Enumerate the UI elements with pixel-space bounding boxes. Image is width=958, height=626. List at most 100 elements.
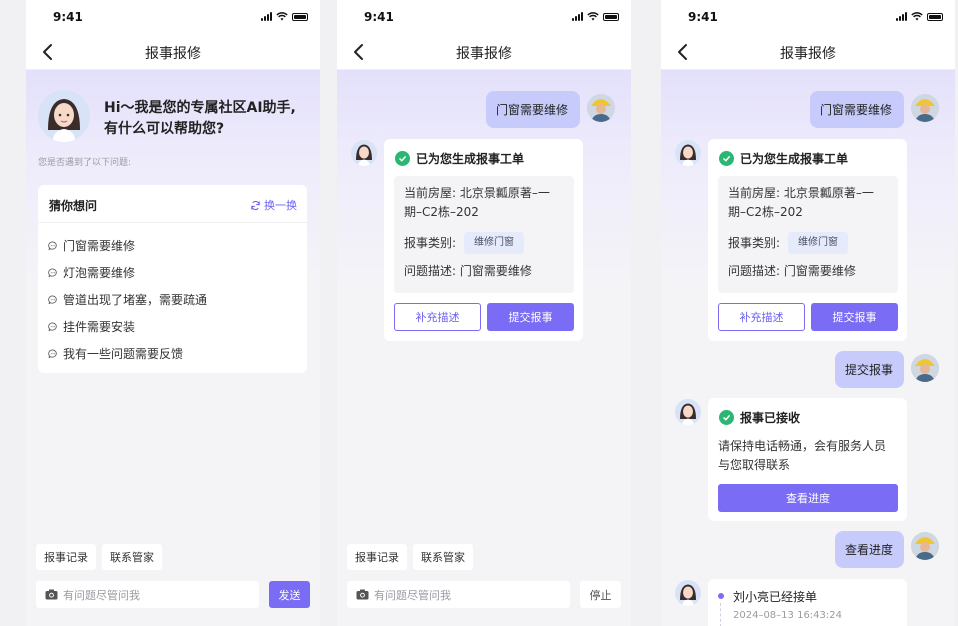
page-title: 报事报修 [780,46,836,62]
suggested-question-item[interactable]: 我有一些问题需要反馈 [48,340,297,367]
received-card-header: 报事已接收 [719,409,800,426]
type-row: 报事类别: 维修门窗 [404,232,564,254]
desc-value: 门窗需要维修 [783,264,856,278]
chip-report-records[interactable]: 报事记录 [347,544,407,570]
ticket-info: 当前房屋: 北京景瓤原著–一 期–C2栋–202 报事类别: 维修门窗 问题描述: … [718,176,898,293]
user-avatar-icon [587,94,615,122]
phone-screen-ticket: 9:41 报事报修 门窗需要维修 已为您生成报事工单 当前房屋: 北京景瓤原著–… [337,0,631,626]
status-bar: 9:41 [337,0,631,34]
user-avatar-icon [911,94,939,122]
timeline-dot [718,593,724,599]
nav-bar: 报事报修 [26,34,320,70]
message-input[interactable]: 有问题尽管问我 [347,581,570,608]
type-row: 报事类别: 维修门窗 [728,232,888,254]
house-value-line2: 期–C2栋–202 [404,205,479,219]
page-title: 报事报修 [145,46,201,62]
check-circle-icon [719,410,734,425]
received-line-2: 与您取得联系 [718,458,791,472]
camera-icon[interactable] [356,589,369,600]
suggested-question-item[interactable]: 挂件需要安装 [48,313,297,340]
assistant-avatar-icon [38,90,90,142]
status-time: 9:41 [688,10,718,24]
user-message: 提交报事 [835,351,904,388]
house-label: 当前房屋: [404,186,457,200]
assistant-avatar-icon [351,140,377,166]
type-tag: 维修门窗 [788,232,849,254]
phone-screen-progress: 9:41 报事报修 门窗需要维修 已为您生成报事工单 当前房屋: 北京景瓤原著–… [661,0,955,626]
view-progress-button[interactable]: 查看进度 [718,484,898,512]
user-avatar [587,94,615,122]
suggested-questions-card: 猜你想问 换一换 门窗需要维修 灯泡需要维修 管道出现了堵塞，需要疏通 挂件需要… [38,185,307,373]
ticket-card-header: 已为您生成报事工单 [719,150,848,167]
progress-time: 2024–08–13 16:43:24 [733,610,842,621]
house-row: 当前房屋: 北京景瓤原著–一 期–C2栋–202 [404,184,564,222]
swap-button[interactable]: 换一换 [250,197,297,213]
house-row: 当前房屋: 北京景瓤原著–一 期–C2栋–202 [728,184,888,222]
swap-label: 换一换 [264,199,297,212]
type-tag: 维修门窗 [464,232,525,254]
received-line-1: 请保持电话畅通，会有服务人员 [718,439,887,453]
refresh-icon [251,200,260,210]
suggested-question-item[interactable]: 管道出现了堵塞，需要疏通 [48,286,297,313]
house-value-line1: 北京景瓤原著–一 [783,186,874,200]
status-icons [261,12,308,21]
chat-bubble-icon [48,268,57,277]
suggested-question-item[interactable]: 灯泡需要维修 [48,259,297,286]
battery-icon [292,12,308,21]
desc-row: 问题描述: 门窗需要维修 [728,262,888,281]
chat-bubble-icon [48,295,57,304]
house-label: 当前房屋: [728,186,781,200]
nav-bar: 报事报修 [661,34,955,70]
user-message: 门窗需要维修 [486,91,580,128]
question-text: 灯泡需要维修 [63,266,136,280]
chat-content: 门窗需要维修 已为您生成报事工单 当前房屋: 北京景瓤原著–一 期–C2栋–202… [661,70,955,626]
received-message: 请保持电话畅通，会有服务人员 与您取得联系 [718,437,886,475]
received-card: 报事已接收 请保持电话畅通，会有服务人员 与您取得联系 查看进度 [708,398,907,521]
received-card-title: 报事已接收 [740,411,801,425]
send-button[interactable]: 发送 [269,581,310,608]
supplement-button[interactable]: 补充描述 [394,303,481,331]
chip-contact-steward[interactable]: 联系管家 [102,544,162,570]
quick-chips: 报事记录 联系管家 [36,544,162,570]
status-bar: 9:41 [26,0,320,34]
user-avatar-icon [911,354,939,382]
wifi-icon [911,12,923,21]
ticket-card-title: 已为您生成报事工单 [740,152,849,166]
check-circle-icon [395,151,410,166]
ticket-card: 已为您生成报事工单 当前房屋: 北京景瓤原著–一 期–C2栋–202 报事类别: 维… [708,139,907,341]
ai-assistant-avatar [675,580,701,606]
suggestion-hint: 您是否遇到了以下问题: [38,158,132,168]
suggested-question-item[interactable]: 门窗需要维修 [48,232,297,259]
page-title: 报事报修 [456,46,512,62]
type-label: 报事类别: [728,235,781,250]
ai-assistant-avatar [675,399,701,425]
stop-button[interactable]: 停止 [580,581,621,608]
desc-label: 问题描述: [728,264,781,278]
chat-bubble-icon [48,322,57,331]
ticket-card-title: 已为您生成报事工单 [416,152,525,166]
signal-icon [261,12,272,21]
message-input[interactable]: 有问题尽管问我 [36,581,259,608]
check-circle-icon [719,151,734,166]
camera-icon[interactable] [45,589,58,600]
question-text: 管道出现了堵塞，需要疏通 [63,293,208,307]
user-message: 门窗需要维修 [810,91,904,128]
suggested-questions-list: 门窗需要维修 灯泡需要维修 管道出现了堵塞，需要疏通 挂件需要安装 我有一些问题… [38,223,307,376]
phone-screen-home: 9:41 报事报修 Hi～我是您的专属社区AI助手, 有什么可以帮助您? 您是否… [26,0,320,626]
ticket-card-header: 已为您生成报事工单 [395,150,524,167]
user-avatar [911,354,939,382]
chip-report-records[interactable]: 报事记录 [36,544,96,570]
status-time: 9:41 [53,10,83,24]
status-icons [572,12,619,21]
question-text: 挂件需要安装 [63,320,136,334]
type-label: 报事类别: [404,235,457,250]
chip-contact-steward[interactable]: 联系管家 [413,544,473,570]
progress-text: 刘小亮已经接单 [733,590,818,604]
submit-report-button[interactable]: 提交报事 [487,303,574,331]
supplement-button[interactable]: 补充描述 [718,303,805,331]
submit-report-button[interactable]: 提交报事 [811,303,898,331]
greeting-text: Hi～我是您的专属社区AI助手, 有什么可以帮助您? [104,98,296,140]
input-placeholder: 有问题尽管问我 [63,588,140,602]
user-avatar [911,532,939,560]
question-text: 我有一些问题需要反馈 [63,347,184,361]
